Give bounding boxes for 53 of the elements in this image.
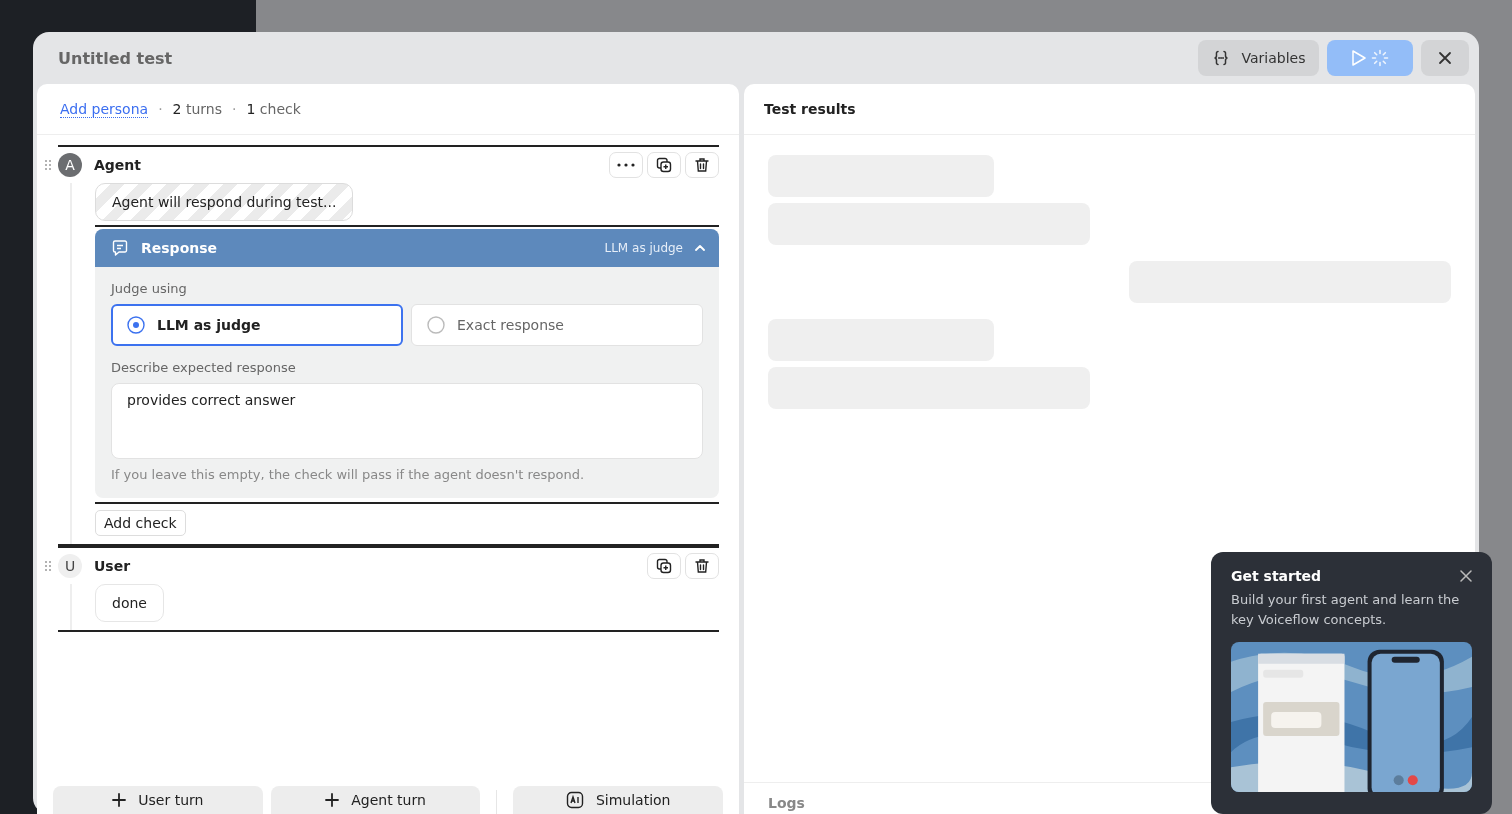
play-icon [1351, 49, 1367, 67]
field-label: Describe expected response [111, 360, 297, 375]
turn-role: Agent [94, 157, 142, 173]
drag-handle-icon[interactable] [44, 159, 52, 171]
duplicate-button[interactable] [647, 152, 681, 178]
duplicate-icon [656, 157, 672, 173]
radio-icon [127, 316, 145, 334]
check-title: Response [141, 240, 219, 256]
footer-button[interactable]: Agent turn [270, 786, 481, 814]
plus-icon [112, 793, 127, 807]
dialog-title: Untitled test [58, 48, 174, 68]
separator-dot: · [232, 101, 237, 117]
radio-option[interactable]: Exact response [411, 304, 703, 346]
stat-text: 1 check [246, 101, 301, 117]
delete-button[interactable] [685, 553, 719, 579]
spinner-icon [1371, 49, 1389, 67]
plus-icon [325, 793, 340, 807]
trash-icon [694, 157, 710, 173]
radio-option[interactable]: LLM as judge [111, 304, 403, 346]
footer-button[interactable]: Simulation [513, 786, 723, 814]
duplicate-button[interactable] [647, 553, 681, 579]
add-check-button[interactable]: Add check [95, 510, 186, 536]
message-icon [111, 239, 129, 257]
close-icon[interactable] [1460, 570, 1472, 582]
radio-icon [427, 316, 445, 334]
variables-button[interactable]: Variables [1198, 40, 1319, 76]
message-bubble: Agent will respond during test... [95, 183, 354, 221]
stat-text: 2 turns [172, 101, 222, 117]
add-persona-link[interactable]: Add persona [60, 100, 149, 118]
close-icon [1438, 51, 1452, 65]
hint-text: If you leave this empty, the check will pass if the agent doesn't respond. [111, 467, 586, 482]
more-icon [617, 163, 635, 167]
delete-button[interactable] [685, 152, 719, 178]
duplicate-icon [656, 558, 672, 574]
field-label: Judge using [111, 281, 188, 296]
check-mode: LLM as judge [604, 241, 683, 255]
popover-text: Build your first agent and learn the key Voiceflow concepts. [1231, 591, 1461, 629]
separator-dot: · [158, 101, 163, 117]
check-header[interactable]: Response LLM as judge [95, 229, 719, 267]
response-textarea[interactable]: provides correct answer [111, 383, 703, 459]
message-bubble: done [95, 584, 164, 622]
avatar: U [58, 554, 82, 578]
footer-button[interactable]: User turn [53, 786, 263, 814]
close-button[interactable] [1421, 40, 1469, 76]
avatar: A [58, 153, 82, 177]
drag-handle-icon[interactable] [44, 560, 52, 572]
panel-title: Test results [764, 101, 856, 117]
popover-title: Get started [1231, 568, 1322, 584]
logs-title: Logs [768, 795, 805, 811]
ai-chip-icon [565, 791, 584, 809]
trash-icon [694, 558, 710, 574]
turn-role: User [94, 558, 132, 574]
chevron-icon [695, 245, 705, 251]
